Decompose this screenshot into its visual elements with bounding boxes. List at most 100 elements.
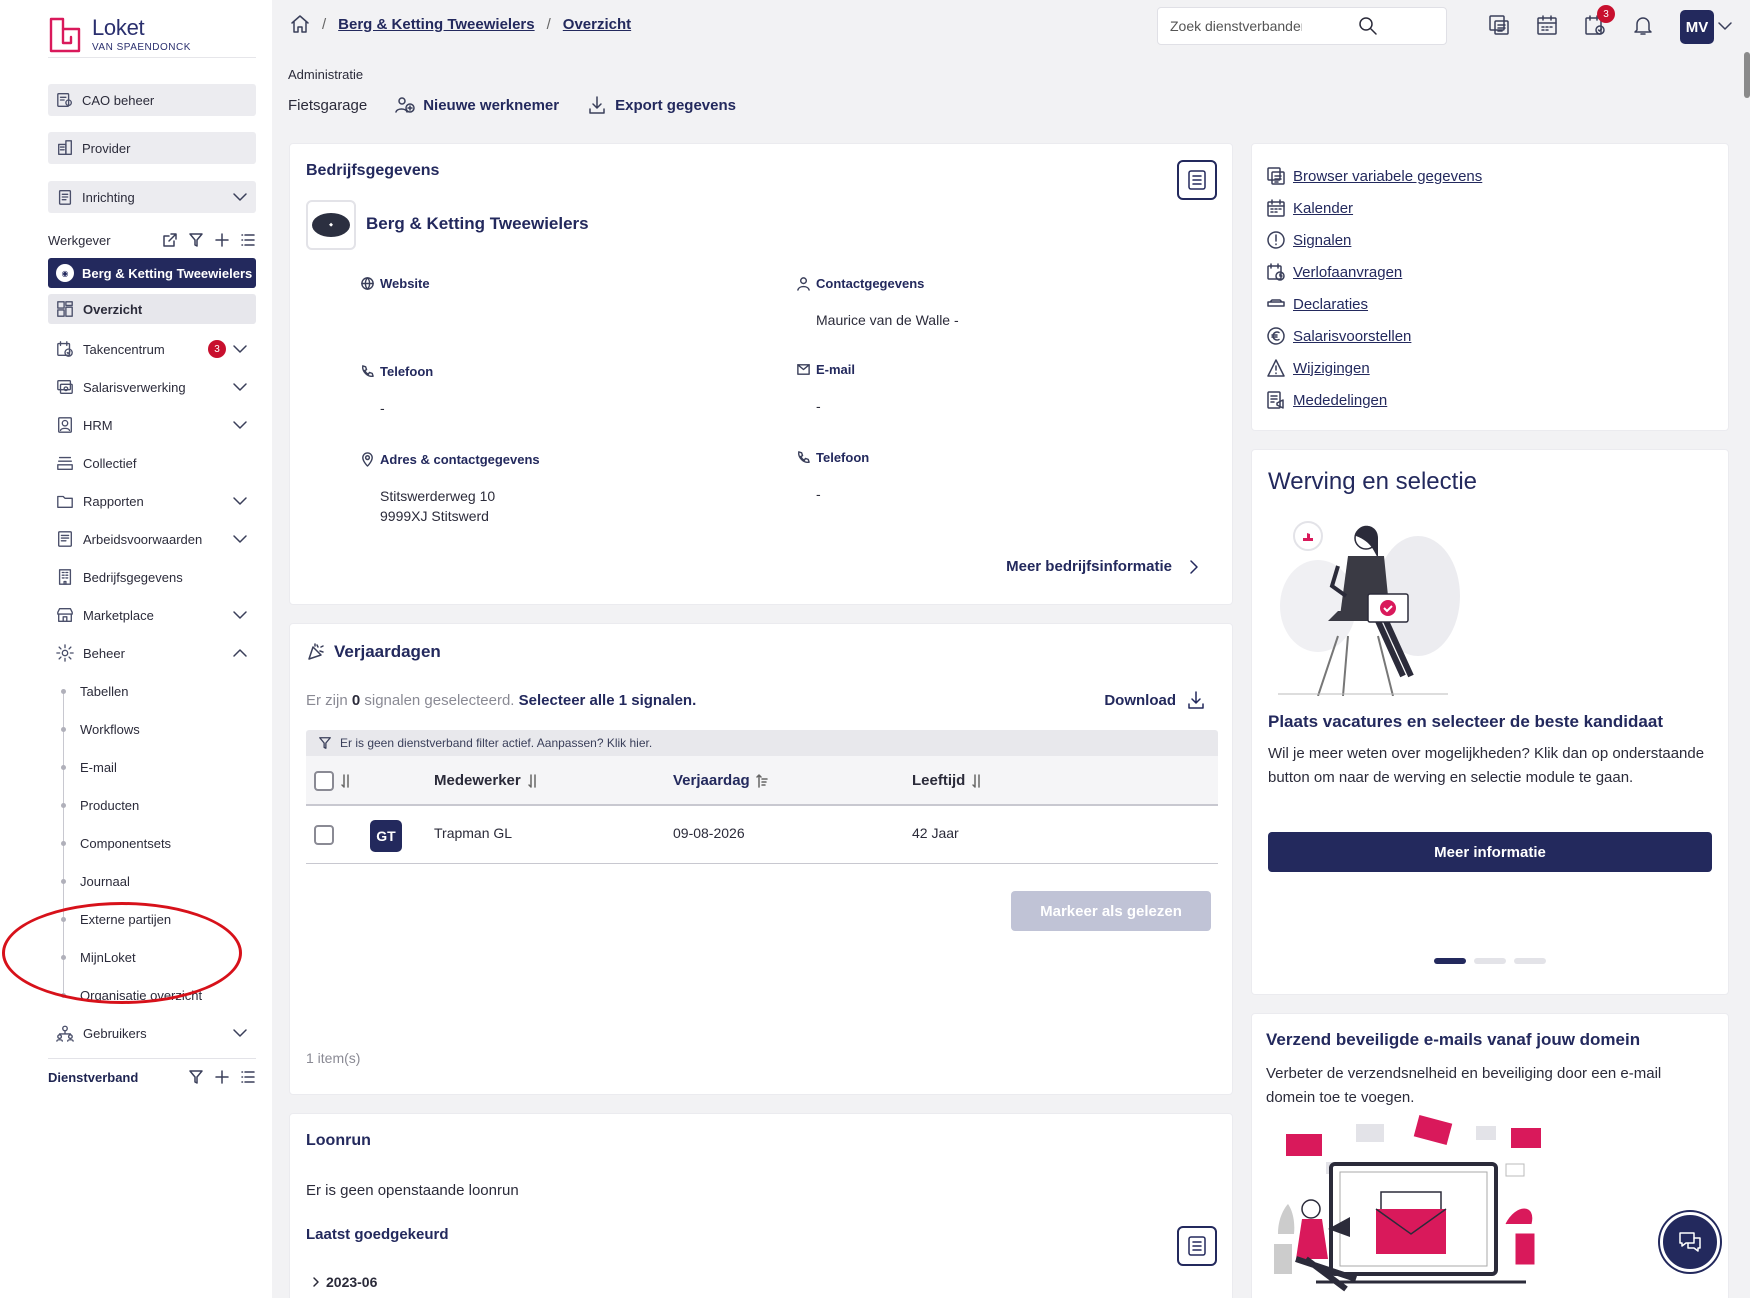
sidebar-sub-producten[interactable]: Producten: [80, 790, 260, 820]
link-browser-variabele-gegevens[interactable]: Browser variabele gegevens: [1266, 160, 1482, 192]
link-salarisvoorstellen[interactable]: Salarisvoorstellen: [1266, 320, 1482, 352]
link-verlofaanvragen[interactable]: Verlofaanvragen: [1266, 256, 1482, 288]
logo[interactable]: Loket VAN SPAENDONCK: [48, 12, 256, 58]
list-icon[interactable]: [240, 232, 256, 248]
sidebar-item-overzicht[interactable]: Overzicht: [48, 294, 256, 324]
carousel-dot[interactable]: [1434, 958, 1466, 964]
select-all-link[interactable]: Selecteer alle 1 signalen.: [519, 692, 697, 709]
email-card-text: Verbeter de verzendsnelheid en beveiligi…: [1266, 1065, 1662, 1106]
sidebar-sub-externe-partijen[interactable]: Externe partijen: [80, 904, 260, 934]
sidebar-item-hrm[interactable]: HRM: [48, 410, 256, 440]
link-signalen[interactable]: Signalen: [1266, 224, 1482, 256]
sidebar-sub-organisatie-overzicht[interactable]: Organisatie overzicht: [80, 980, 260, 1010]
export-button[interactable]: Export gegevens: [587, 95, 736, 115]
row-checkbox[interactable]: [314, 825, 334, 845]
user-avatar[interactable]: MV: [1680, 10, 1714, 44]
external-link-icon[interactable]: [162, 232, 178, 248]
link-label[interactable]: Verlofaanvragen: [1293, 264, 1402, 281]
document-icon: [56, 530, 74, 548]
sidebar-item-collectief[interactable]: Collectief: [48, 448, 256, 478]
sidebar-item-arbeidsvoorwaarden[interactable]: Arbeidsvoorwaarden: [48, 524, 256, 554]
select-all-checkbox[interactable]: [314, 771, 334, 791]
sidebar-item-marketplace[interactable]: Marketplace: [48, 600, 256, 630]
chat-icon: [1677, 1229, 1703, 1255]
sidebar-sub-tabellen[interactable]: Tabellen: [80, 676, 260, 706]
chat-button[interactable]: [1660, 1212, 1720, 1272]
more-company-info-link[interactable]: Meer bedrijfsinformatie: [1006, 558, 1202, 575]
sidebar-item-takencentrum[interactable]: Takencentrum 3: [48, 334, 256, 364]
sidebar-sub-mijnloket[interactable]: MijnLoket: [80, 942, 260, 972]
column-medewerker[interactable]: Medewerker: [434, 772, 539, 789]
sidebar-item-label: Arbeidsvoorwaarden: [83, 531, 203, 547]
column-label: Verjaardag: [673, 772, 750, 789]
tasks-icon[interactable]: 3: [1583, 5, 1615, 37]
chevron-down-icon: [232, 189, 248, 205]
sidebar-item-bedrijfsgegevens[interactable]: Bedrijfsgegevens: [48, 562, 256, 592]
sidebar-item-salarisverwerking[interactable]: Salarisverwerking: [48, 372, 256, 402]
plus-icon[interactable]: [214, 1069, 230, 1085]
chevron-down-icon: [232, 379, 248, 395]
filter-icon[interactable]: [188, 232, 204, 248]
carousel-dot[interactable]: [1474, 958, 1506, 964]
link-label[interactable]: Salarisvoorstellen: [1293, 328, 1411, 345]
werving-text: Wil je meer weten over mogelijkheden? Kl…: [1268, 745, 1705, 786]
provider-button[interactable]: Provider: [48, 132, 256, 164]
search-placeholder: Zoek dienstverbanden, werkgevers...: [1170, 18, 1302, 34]
sidebar-sub-journaal[interactable]: Journaal: [80, 866, 260, 896]
new-employee-button[interactable]: Nieuwe werknemer: [395, 95, 559, 115]
download-button[interactable]: Download: [1104, 690, 1206, 710]
sidebar-item-beheer[interactable]: Beheer: [48, 638, 256, 668]
loonrun-details-button[interactable]: [1177, 1226, 1217, 1266]
link-label[interactable]: Wijzigingen: [1293, 360, 1370, 377]
contact-label-text: Contactgegevens: [816, 276, 925, 291]
link-kalender[interactable]: Kalender: [1266, 192, 1482, 224]
list-icon[interactable]: [240, 1069, 256, 1085]
tree-dot: [61, 993, 66, 998]
filter-icon[interactable]: [188, 1069, 204, 1085]
sidebar-item-label: Bedrijfsgegevens: [83, 569, 183, 585]
link-wijzigingen[interactable]: Wijzigingen: [1266, 352, 1482, 384]
search-input[interactable]: Zoek dienstverbanden, werkgevers...: [1157, 7, 1447, 45]
active-employer[interactable]: ◉ Berg & Ketting Tweewielers: [48, 258, 256, 288]
calendar-icon[interactable]: [1535, 13, 1559, 37]
loonrun-period-toggle[interactable]: 2023-06: [310, 1274, 377, 1290]
breadcrumb-employer[interactable]: Berg & Ketting Tweewielers: [338, 16, 534, 33]
email-domain-card: Verzend beveiligde e-mails vanaf jouw do…: [1251, 1013, 1729, 1298]
sidebar-sub-workflows[interactable]: Workflows: [80, 714, 260, 744]
phone-label: Telefoon: [360, 364, 433, 379]
sidebar-item-gebruikers[interactable]: Gebruikers: [48, 1018, 256, 1048]
mark-read-button[interactable]: Markeer als gelezen: [1011, 891, 1211, 931]
link-declaraties[interactable]: Declaraties: [1266, 288, 1482, 320]
cao-beheer-button[interactable]: CAO beheer: [48, 84, 256, 116]
carousel-dot[interactable]: [1514, 958, 1546, 964]
home-icon[interactable]: [290, 14, 310, 34]
bell-icon[interactable]: [1631, 13, 1655, 37]
link-label[interactable]: Browser variabele gegevens: [1293, 168, 1482, 185]
cao-icon: [56, 91, 74, 109]
company-details-button[interactable]: [1177, 160, 1217, 200]
inrichting-dropdown[interactable]: Inrichting: [48, 181, 256, 213]
meer-informatie-button[interactable]: Meer informatie: [1268, 832, 1712, 872]
column-verjaardag[interactable]: Verjaardag: [673, 772, 768, 789]
chevron-down-icon[interactable]: [1717, 18, 1733, 34]
sort-icon[interactable]: [340, 773, 352, 789]
link-label[interactable]: Declaraties: [1293, 296, 1368, 313]
link-label[interactable]: Signalen: [1293, 232, 1351, 249]
link-label[interactable]: Kalender: [1293, 200, 1353, 217]
payroll-calc-icon[interactable]: [1487, 13, 1511, 37]
sidebar-sub-email[interactable]: E-mail: [80, 752, 260, 782]
breadcrumb-overzicht[interactable]: Overzicht: [563, 16, 631, 33]
table-row[interactable]: GT Trapman GL 09-08-2026 42 Jaar: [306, 806, 1218, 864]
plus-icon[interactable]: [214, 232, 230, 248]
column-leeftijd[interactable]: Leeftijd: [912, 772, 983, 789]
tree-dot: [61, 803, 66, 808]
sidebar-sub-componentsets[interactable]: Componentsets: [80, 828, 260, 858]
scrollbar[interactable]: [1744, 52, 1750, 98]
link-mededelingen[interactable]: Mededelingen: [1266, 384, 1482, 416]
sidebar-item-rapporten[interactable]: Rapporten: [48, 486, 256, 516]
recruitment-illustration: [1278, 521, 1460, 696]
link-label[interactable]: Mededelingen: [1293, 392, 1387, 409]
search-icon[interactable]: [1302, 16, 1434, 36]
breadcrumb: / Berg & Ketting Tweewielers / Overzicht: [290, 14, 631, 34]
filter-bar[interactable]: Er is geen dienstverband filter actief. …: [306, 730, 1218, 756]
